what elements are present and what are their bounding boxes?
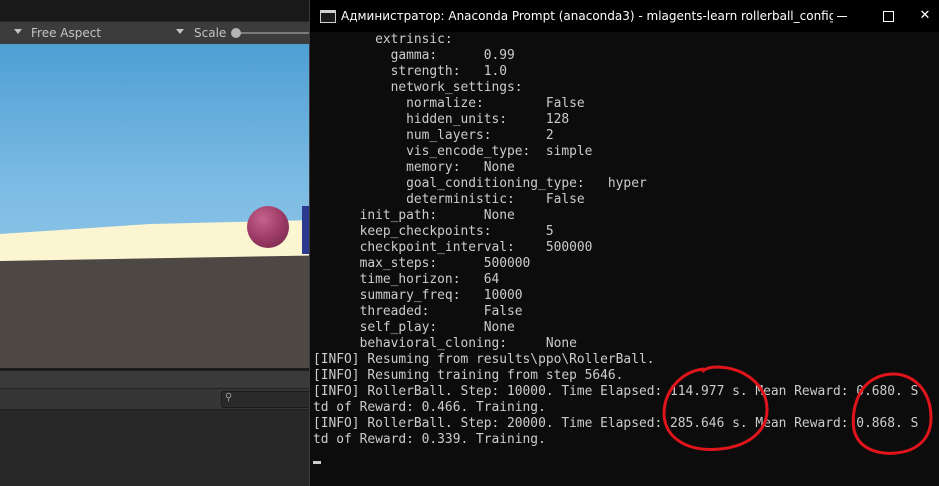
minimize-icon (837, 16, 847, 17)
terminal-line: summary_freq: 10000 (313, 288, 523, 303)
close-button[interactable]: ✕ (910, 0, 939, 32)
terminal-line: network_settings: (313, 80, 523, 95)
player-ball (247, 206, 289, 248)
window-title-bar[interactable]: Администратор: Anaconda Prompt (anaconda… (310, 0, 939, 32)
terminal-line: hidden_units: 128 (313, 112, 570, 127)
terminal-line: [INFO] Resuming training from step 5646. (313, 368, 624, 383)
terminal-line: checkpoint_interval: 500000 (313, 240, 593, 255)
terminal-line: [INFO] RollerBall. Step: 10000. Time Ela… (313, 384, 919, 399)
terminal-line: init_path: None (313, 208, 515, 223)
display-dropdown-arrow-icon[interactable] (14, 29, 22, 34)
terminal-line: [INFO] RollerBall. Step: 20000. Time Ela… (313, 416, 919, 431)
maximize-button[interactable] (865, 0, 911, 32)
close-icon: ✕ (919, 8, 931, 23)
terminal-line: keep_checkpoints: 5 (313, 224, 554, 239)
terminal-line: normalize: False (313, 96, 585, 111)
terminal-line: num_layers: 2 (313, 128, 554, 143)
terminal-line: strength: 1.0 (313, 64, 508, 79)
search-icon: ⚲ (225, 392, 233, 403)
aspect-label: Free Aspect (31, 26, 102, 40)
terminal-output[interactable]: extrinsic: gamma: 0.99 strength: 1.0 net… (313, 32, 939, 480)
chevron-down-icon (176, 29, 184, 34)
terminal-line: td of Reward: 0.466. Training. (313, 400, 546, 415)
terminal-line: deterministic: False (313, 192, 585, 207)
terminal-line: gamma: 0.99 (313, 48, 515, 63)
terminal-line: vis_encode_type: simple (313, 144, 593, 159)
scale-slider-track[interactable] (240, 32, 320, 34)
scale-slider-handle[interactable] (231, 28, 241, 38)
maximize-icon (883, 11, 894, 22)
terminal-line: extrinsic: (313, 32, 453, 47)
window-title: Администратор: Anaconda Prompt (anaconda… (341, 9, 833, 23)
terminal-line: goal_conditioning_type: hyper (313, 176, 647, 191)
terminal-line: behavioral_cloning: None (313, 336, 577, 351)
terminal-line: td of Reward: 0.339. Training. (313, 432, 546, 447)
terminal-line: time_horizon: 64 (313, 272, 500, 287)
scale-label: Scale (194, 26, 227, 40)
aspect-dropdown[interactable]: Free Aspect (30, 22, 188, 44)
console-app-icon (320, 10, 336, 23)
anaconda-prompt-window[interactable]: Администратор: Anaconda Prompt (anaconda… (309, 0, 939, 486)
terminal-line: self_play: None (313, 320, 515, 335)
terminal-line: threaded: False (313, 304, 523, 319)
text-cursor (313, 461, 321, 464)
terminal-line: memory: None (313, 160, 515, 175)
search-input[interactable]: ⚲ (221, 391, 323, 408)
terminal-line: [INFO] Resuming from results\ppo\RollerB… (313, 352, 655, 367)
minimize-button[interactable] (819, 0, 865, 32)
terminal-line: max_steps: 500000 (313, 256, 531, 271)
